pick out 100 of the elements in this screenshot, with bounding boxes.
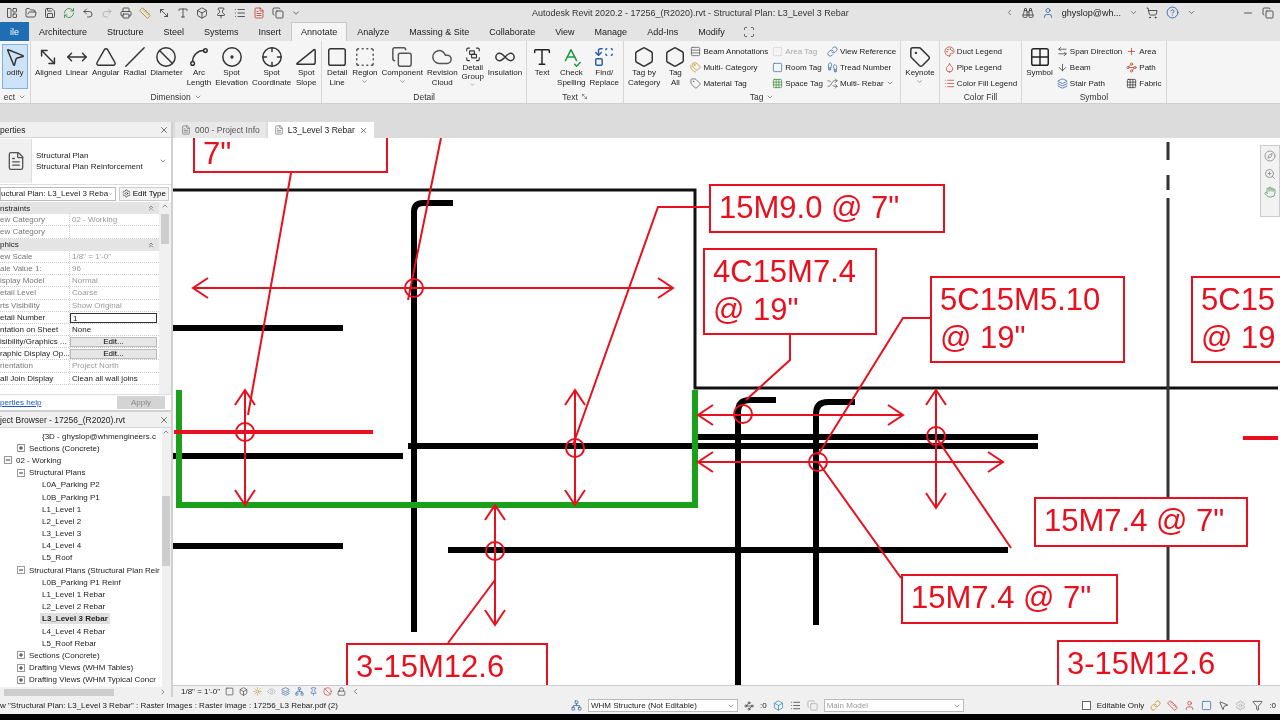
ribbon-tab[interactable]: Architecture (29, 22, 98, 41)
panel-icon[interactable] (6, 6, 18, 19)
ribbon-tab[interactable]: Annotate (291, 22, 348, 41)
square-icon[interactable] (1201, 700, 1213, 711)
ribbon-tool[interactable]: Find/ Replace (587, 44, 621, 89)
undo-icon[interactable] (82, 6, 94, 19)
lock-icon[interactable] (337, 687, 346, 696)
ribbon-tool[interactable]: Check Spelling (555, 44, 588, 89)
ribbon-tool[interactable]: Tag All (662, 44, 689, 89)
edit-button[interactable]: Edit... (70, 349, 157, 360)
collapse-icon[interactable] (4, 456, 12, 465)
cart-icon[interactable] (1146, 6, 1158, 19)
ribbon-tool[interactable]: Aligned (33, 44, 64, 89)
tree-item[interactable]: L3_Level 3 Rebar (40, 613, 110, 625)
type-icon[interactable] (177, 6, 189, 19)
open-folder-icon[interactable] (25, 6, 37, 19)
ribbon-tab[interactable]: Modify (688, 22, 735, 41)
pin-icon[interactable] (309, 687, 318, 696)
ribbon-tab[interactable]: Manage (584, 22, 638, 41)
ribbon-tab[interactable]: ile (0, 22, 29, 41)
close-icon[interactable] (159, 124, 169, 135)
ribbon-tool[interactable]: Tread Number (826, 60, 898, 74)
expand-icon[interactable] (17, 663, 25, 672)
ribbon-tool[interactable]: Tag by Category (625, 44, 663, 89)
crossed-circle-icon[interactable] (323, 687, 332, 696)
tree-item[interactable]: Sections (Concrete) (27, 649, 102, 661)
network-icon[interactable] (295, 687, 304, 696)
ribbon-tool[interactable]: Room Tag (771, 60, 824, 74)
ribbon-tab[interactable]: Collaborate (479, 22, 546, 41)
collapse-icon[interactable] (17, 468, 25, 477)
sun-icon[interactable] (253, 687, 262, 696)
ribbon-tool[interactable]: Pipe Legend (942, 60, 1019, 74)
ribbon-tool[interactable]: Duct Legend (942, 44, 1019, 58)
cube-icon[interactable] (772, 700, 784, 711)
expand-icon[interactable] (17, 651, 25, 660)
ribbon-tool[interactable]: Revision Cloud (424, 44, 460, 89)
ribbon-tool[interactable]: Diameter (148, 44, 185, 89)
ruler-icon[interactable] (1167, 700, 1179, 711)
tree-item[interactable]: L2_Level 2 (40, 515, 84, 527)
ribbon-tool[interactable]: Beam (1055, 60, 1124, 74)
cube-icon[interactable] (196, 6, 208, 19)
caret-icon[interactable] (1187, 8, 1196, 17)
ribbon-tool[interactable]: Multi- Rebar (826, 76, 898, 90)
tree-item[interactable]: L0B_Parking P1 Reinf (40, 576, 123, 588)
expand-icon[interactable] (17, 675, 25, 684)
cursor-icon[interactable] (1218, 700, 1230, 711)
ribbon-tool[interactable]: Color Fill Legend (942, 76, 1019, 90)
ruler-icon[interactable] (139, 6, 151, 19)
tree-item[interactable]: Drafting Views (WHM Typical Concr (27, 674, 158, 686)
scrollbar[interactable] (0, 687, 171, 697)
list-icon[interactable] (234, 6, 246, 19)
toggle-icon[interactable] (742, 25, 755, 38)
close-icon[interactable] (159, 414, 169, 425)
ribbon-tool[interactable]: Multi- Category (689, 60, 770, 74)
scroll-right-icon[interactable] (159, 688, 167, 696)
tree-item[interactable]: Structural Plans (Structural Plan Reir (27, 564, 162, 576)
ribbon-tab[interactable]: View (545, 22, 585, 41)
ribbon-tab[interactable]: Systems (194, 22, 249, 41)
caret-icon[interactable] (1129, 8, 1138, 17)
collapse-icon[interactable] (17, 566, 25, 575)
tree-item[interactable]: Structural Plans (27, 467, 88, 479)
filter-icon[interactable] (1252, 700, 1264, 711)
ribbon-tool[interactable]: Text (529, 44, 556, 89)
ribbon-tab[interactable]: Insert (248, 22, 292, 41)
ribbon-tool[interactable]: Path (1125, 60, 1163, 74)
expand-icon[interactable] (17, 444, 25, 453)
workset-icon[interactable] (571, 700, 582, 711)
scroll-thumb[interactable] (4, 688, 114, 696)
scroll-up-icon[interactable] (162, 428, 171, 436)
caret-icon[interactable] (351, 687, 360, 696)
collapse-icon[interactable] (147, 204, 155, 213)
edit-button[interactable]: Edit... (70, 337, 157, 348)
checkbox[interactable] (1081, 701, 1091, 710)
restore-icon[interactable] (1262, 6, 1274, 19)
ribbon-tool[interactable]: Material Tag (689, 76, 770, 90)
link-icon[interactable] (1150, 700, 1162, 711)
ribbon-tool[interactable]: Spot Slope (293, 44, 320, 89)
ribbon-tab[interactable]: Steel (153, 22, 195, 41)
ribbon-tool[interactable]: Keynote (903, 44, 937, 89)
diagonal-arrow-icon[interactable] (158, 6, 170, 19)
help-link[interactable]: perties help (0, 398, 42, 407)
ribbon-tool[interactable]: Area (1125, 44, 1163, 58)
ribbon-tab[interactable]: Analyze (347, 22, 400, 41)
tree-item[interactable]: L1_Level 1 Rebar (40, 589, 108, 601)
ribbon-tool[interactable]: odify (2, 44, 28, 89)
ribbon-tool[interactable]: Arc Length (184, 44, 214, 89)
ribbon-tool[interactable]: Stair Path (1055, 76, 1124, 90)
selection-icon[interactable] (744, 700, 754, 711)
scrollbar[interactable] (159, 202, 171, 394)
tree-item[interactable]: L1_Level 1 (40, 503, 84, 515)
collapse-icon[interactable] (147, 240, 155, 249)
ribbon-tool[interactable]: Linear (63, 44, 90, 89)
tree-item[interactable]: L0A_Parking P2 (40, 479, 102, 491)
group-header[interactable]: nstraints (0, 203, 31, 213)
document-icon[interactable] (253, 6, 265, 19)
close-icon[interactable] (358, 125, 368, 135)
scroll-thumb[interactable] (162, 496, 171, 566)
square-icon[interactable] (225, 687, 234, 696)
user-name[interactable]: ghyslop@wh... (1061, 7, 1121, 18)
gear-icon[interactable] (1235, 700, 1247, 711)
